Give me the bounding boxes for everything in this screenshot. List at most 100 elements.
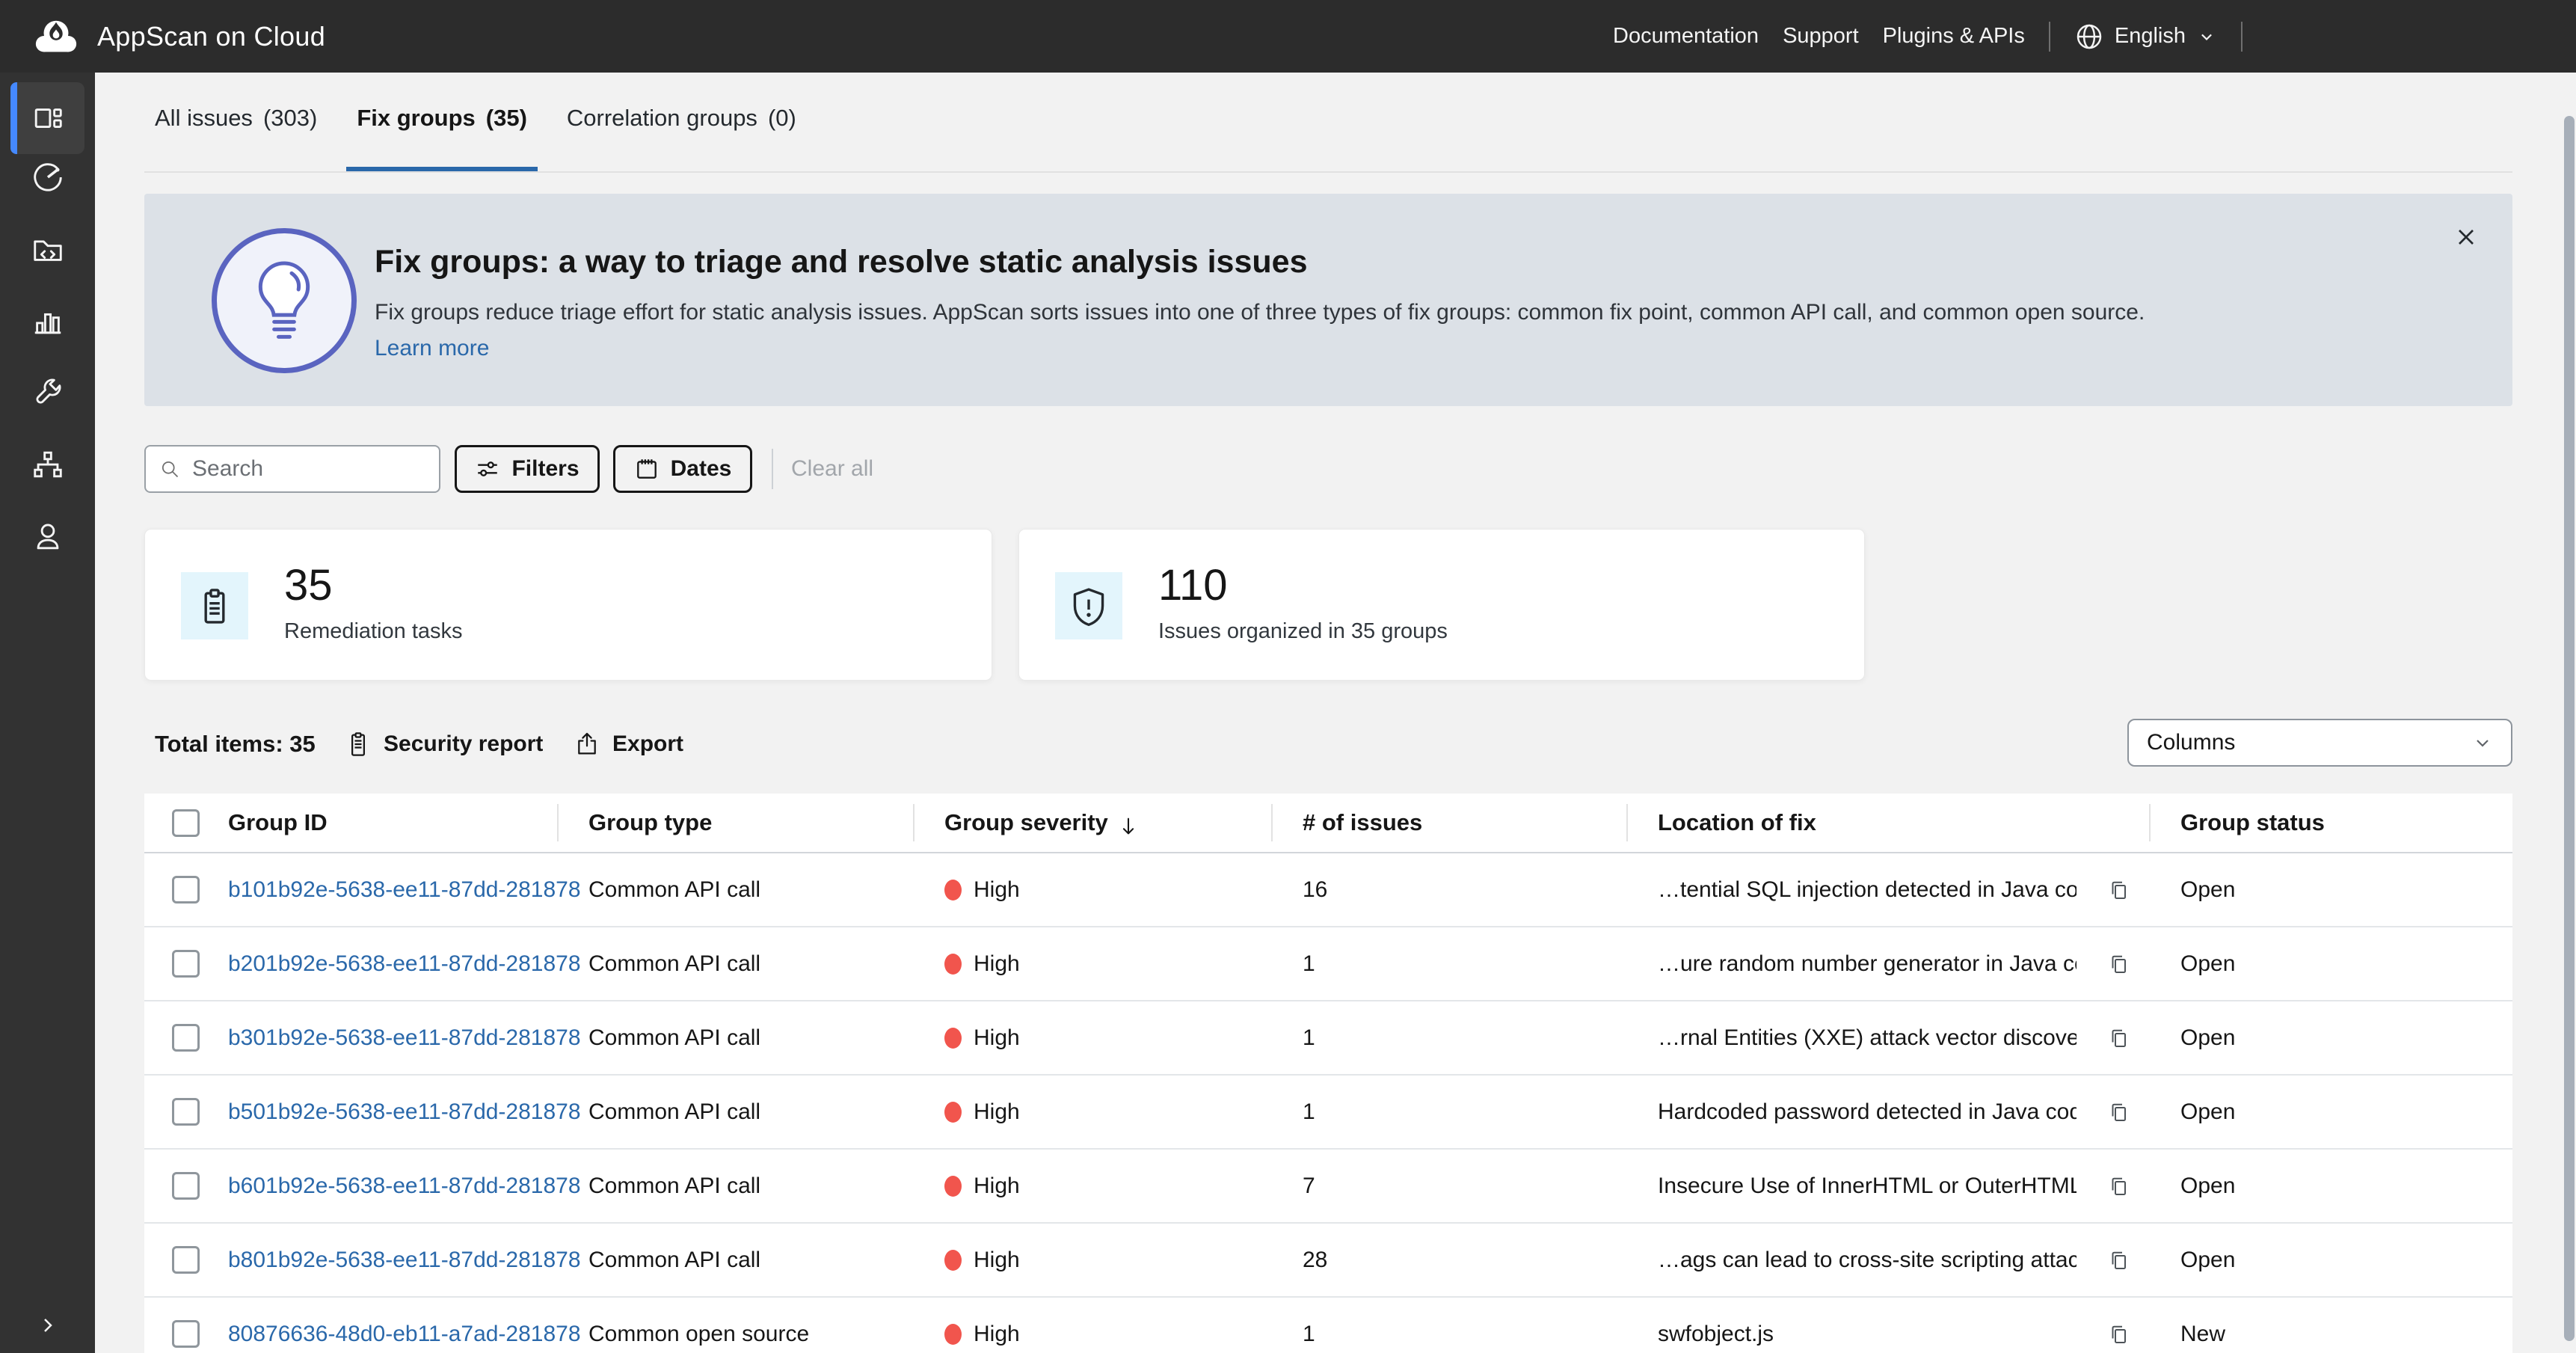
- copy-icon[interactable]: [2106, 1026, 2130, 1050]
- sidebar-item-profile[interactable]: [0, 500, 95, 572]
- security-report-button[interactable]: Security report: [345, 722, 543, 767]
- clear-all-button[interactable]: Clear all: [791, 456, 873, 482]
- clipboard-icon: [194, 586, 235, 626]
- search-input[interactable]: [192, 456, 439, 482]
- filters-icon: [475, 456, 500, 482]
- group-id-link[interactable]: b501b92e-5638-ee11-87dd-281878: [228, 1099, 581, 1125]
- col-group-severity[interactable]: Group severity: [944, 809, 1108, 836]
- issue-count-cell: 7: [1271, 1149, 1626, 1223]
- group-type-cell: Common open source: [557, 1297, 913, 1353]
- copy-icon[interactable]: [2106, 1100, 2130, 1124]
- group-id-link[interactable]: b301b92e-5638-ee11-87dd-281878: [228, 1025, 581, 1051]
- page-scrollbar: [2563, 73, 2576, 1353]
- table-row: 80876636-48d0-eb11-a7ad-281878 Common op…: [144, 1297, 2512, 1353]
- row-checkbox[interactable]: [172, 1320, 200, 1348]
- table-row: b601b92e-5638-ee11-87dd-281878 Common AP…: [144, 1149, 2512, 1223]
- copy-icon[interactable]: [2106, 878, 2130, 902]
- row-checkbox[interactable]: [172, 1098, 200, 1126]
- group-id-link[interactable]: 80876636-48d0-eb11-a7ad-281878: [228, 1322, 581, 1347]
- copy-icon[interactable]: [2106, 1248, 2130, 1272]
- sidebar-item-scans[interactable]: [0, 141, 95, 213]
- severity-label: High: [974, 1322, 1020, 1347]
- row-checkbox[interactable]: [172, 1246, 200, 1274]
- columns-dropdown[interactable]: Columns: [2127, 719, 2512, 767]
- severity-label: High: [974, 1099, 1020, 1125]
- close-icon: [2453, 224, 2480, 251]
- chevron-right-icon: [36, 1313, 60, 1337]
- app-title: AppScan on Cloud: [97, 21, 325, 52]
- filters-button[interactable]: Filters: [455, 445, 600, 493]
- tab-label: Fix groups: [357, 105, 475, 132]
- severity-dot: [944, 1028, 962, 1049]
- col-location-of-fix: Location of fix: [1658, 809, 1816, 835]
- tab-bar: All issues (303) Fix groups (35) Correla…: [144, 73, 807, 173]
- divider: [2049, 22, 2050, 52]
- wrench-icon: [31, 375, 65, 410]
- scrollbar-thumb[interactable]: [2564, 116, 2575, 1341]
- select-all-checkbox[interactable]: [172, 809, 200, 837]
- sidebar-item-code-repos[interactable]: [0, 213, 95, 285]
- nav-plugins-apis[interactable]: Plugins & APIs: [1883, 24, 2025, 49]
- group-status-cell: Open: [2149, 1149, 2512, 1223]
- location-of-fix-cell: …rnal Entities (XXE) attack vector disco…: [1658, 1025, 2077, 1051]
- report-icon: [345, 731, 372, 758]
- tab-correlation-groups[interactable]: Correlation groups (0): [556, 73, 807, 173]
- row-checkbox[interactable]: [172, 876, 200, 903]
- export-label: Export: [612, 731, 683, 757]
- dates-button[interactable]: Dates: [613, 445, 752, 493]
- main-content: All issues (303) Fix groups (35) Correla…: [95, 73, 2576, 1353]
- issue-count-cell: 1: [1271, 1001, 1626, 1075]
- copy-icon[interactable]: [2106, 1174, 2130, 1198]
- location-of-fix-cell: …ags can lead to cross-site scripting at…: [1658, 1248, 2077, 1273]
- group-id-link[interactable]: b201b92e-5638-ee11-87dd-281878: [228, 951, 581, 977]
- divider: [2241, 22, 2243, 52]
- banner-close-button[interactable]: [2445, 216, 2487, 258]
- sidebar-item-organization[interactable]: [0, 429, 95, 500]
- learn-more-link[interactable]: Learn more: [375, 336, 489, 361]
- row-checkbox[interactable]: [172, 1024, 200, 1052]
- language-menu[interactable]: English: [2074, 22, 2217, 52]
- table-row: b501b92e-5638-ee11-87dd-281878 Common AP…: [144, 1075, 2512, 1149]
- group-type-cell: Common API call: [557, 1149, 913, 1223]
- group-id-link[interactable]: b801b92e-5638-ee11-87dd-281878: [228, 1248, 581, 1273]
- lightbulb-badge: [212, 228, 357, 373]
- location-of-fix-cell: Hardcoded password detected in Java code: [1658, 1099, 2077, 1125]
- card-icon-tile: [1055, 572, 1122, 639]
- language-label: English: [2115, 24, 2186, 49]
- chevron-down-icon: [2196, 26, 2217, 47]
- tab-label: Correlation groups: [567, 105, 757, 132]
- group-type-cell: Common API call: [557, 853, 913, 927]
- location-of-fix-cell: Insecure Use of InnerHTML or OuterHTML: [1658, 1173, 2077, 1199]
- sidebar-item-reports[interactable]: [0, 285, 95, 357]
- tab-count: (303): [263, 105, 317, 132]
- severity-label: High: [974, 1025, 1020, 1051]
- nav-documentation[interactable]: Documentation: [1613, 24, 1759, 49]
- lightbulb-icon: [243, 256, 325, 346]
- tab-all-issues[interactable]: All issues (303): [144, 73, 328, 173]
- group-status-cell: Open: [2149, 927, 2512, 1001]
- issue-count-cell: 28: [1271, 1223, 1626, 1297]
- group-status-cell: Open: [2149, 853, 2512, 927]
- severity-label: High: [974, 1248, 1020, 1273]
- group-type-cell: Common API call: [557, 1001, 913, 1075]
- copy-icon[interactable]: [2106, 1322, 2130, 1346]
- tab-count: (35): [486, 105, 527, 132]
- group-type-cell: Common API call: [557, 927, 913, 1001]
- sidebar-expand-button[interactable]: [0, 1299, 95, 1352]
- columns-label: Columns: [2147, 730, 2471, 755]
- location-of-fix-cell: …tential SQL injection detected in Java …: [1658, 877, 2077, 903]
- copy-icon[interactable]: [2106, 952, 2130, 976]
- row-checkbox[interactable]: [172, 950, 200, 978]
- export-button[interactable]: Export: [574, 722, 683, 767]
- group-status-cell: New: [2149, 1297, 2512, 1353]
- group-id-link[interactable]: b601b92e-5638-ee11-87dd-281878: [228, 1173, 581, 1199]
- total-items: Total items: 35: [155, 731, 316, 758]
- sidebar-item-tools[interactable]: [0, 357, 95, 429]
- group-id-link[interactable]: b101b92e-5638-ee11-87dd-281878: [228, 877, 581, 903]
- tabs-divider: [144, 171, 2512, 173]
- topbar: AppScan on Cloud Documentation Support P…: [0, 0, 2576, 73]
- row-checkbox[interactable]: [172, 1172, 200, 1200]
- tab-fix-groups[interactable]: Fix groups (35): [346, 73, 538, 173]
- issue-count-cell: 1: [1271, 1297, 1626, 1353]
- nav-support[interactable]: Support: [1783, 24, 1859, 49]
